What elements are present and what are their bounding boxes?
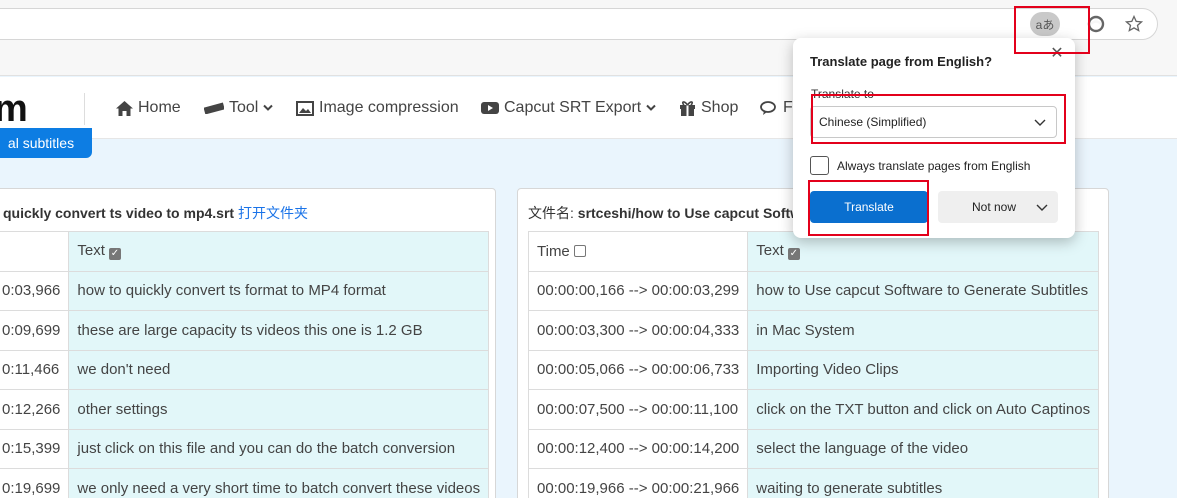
text-cell: we don't need — [68, 349, 490, 390]
chevron-down-icon — [646, 104, 656, 111]
table-row[interactable]: 00:00:00,166 --> 00:00:03,299 how to Use … — [527, 270, 1100, 311]
nav-tool[interactable]: Tool — [204, 97, 274, 119]
filename-label: 文件名: — [528, 205, 574, 221]
table-row[interactable]: 0:11,466 we don't need — [0, 349, 490, 390]
comments-icon — [760, 100, 776, 115]
site-logo[interactable]: m — [0, 90, 28, 128]
subtitles-button[interactable]: al subtitles — [0, 128, 92, 158]
youtube-icon — [481, 102, 499, 114]
popup-title: Translate page from English? — [810, 54, 993, 69]
not-now-label: Not now — [972, 200, 1017, 214]
open-folder-link[interactable]: 打开文件夹 — [238, 205, 308, 221]
time-cell: 00:00:03,300 --> 00:00:04,333 — [527, 310, 749, 351]
image-icon — [296, 100, 314, 116]
translate-to-label: Translate to — [811, 87, 874, 101]
ruler-icon — [204, 102, 224, 114]
favorite-star-icon[interactable] — [1119, 10, 1149, 38]
nav-home[interactable]: Home — [116, 97, 181, 119]
nav-shop-label: Shop — [701, 99, 739, 116]
nav-shop[interactable]: Shop — [679, 97, 738, 119]
text-header: Text ✓ — [68, 231, 490, 272]
table-row[interactable]: 0:12,266 other settings — [0, 389, 490, 430]
address-bar[interactable] — [0, 8, 1158, 40]
table-header-row: Text ✓ — [0, 231, 490, 272]
nav-feedback-label: F — [783, 99, 793, 116]
time-header — [0, 231, 70, 272]
time-cell: 0:09,699 — [0, 310, 70, 351]
nav-feedback[interactable]: F — [760, 97, 793, 119]
time-cell: 0:03,966 — [0, 270, 70, 311]
close-icon[interactable]: ✕ — [1049, 46, 1065, 62]
left-filename: quickly convert ts video to mp4.srt — [3, 205, 235, 221]
left-subtitle-panel: quickly convert ts video to mp4.srt 打开文件… — [0, 188, 496, 498]
time-header: Time — [527, 231, 749, 272]
right-subtitle-table: Time Text ✓ 00:00:00,166 --> 00:00:03,299… — [527, 231, 1100, 498]
nav-home-label: Home — [138, 99, 181, 116]
checkbox-checked-icon[interactable]: ✓ — [108, 248, 121, 261]
table-row[interactable]: 00:00:19,966 --> 00:00:21,966 waiting to … — [527, 468, 1100, 498]
checkbox-unchecked-icon[interactable] — [573, 244, 586, 257]
table-row[interactable]: 00:00:07,500 --> 00:00:11,100 click on th… — [527, 389, 1100, 430]
table-row[interactable]: 00:00:03,300 --> 00:00:04,333 in Mac Syst… — [527, 310, 1100, 351]
always-translate-checkbox[interactable] — [810, 156, 829, 175]
table-row[interactable]: 00:00:05,066 --> 00:00:06,733 Importing V… — [527, 349, 1100, 390]
text-cell: these are large capacity ts videos this … — [68, 310, 490, 351]
table-row[interactable]: 0:03,966 how to quickly convert ts format… — [0, 270, 490, 311]
chevron-down-icon — [1034, 119, 1046, 126]
table-row[interactable]: 00:00:12,400 --> 00:00:14,200 select the … — [527, 428, 1100, 469]
text-cell: just click on this file and you can do t… — [68, 428, 490, 469]
text-cell: how to quickly convert ts format to MP4 … — [68, 270, 490, 311]
text-cell: select the language of the video — [747, 428, 1100, 469]
nav-image-compression-label: Image compression — [319, 99, 459, 116]
table-row[interactable]: 0:15,399 just click on this file and you … — [0, 428, 490, 469]
text-cell: in Mac System — [747, 310, 1100, 351]
always-translate-label: Always translate pages from English — [837, 158, 1031, 173]
text-cell: other settings — [68, 389, 490, 430]
selected-language: Chinese (Simplified) — [819, 115, 927, 129]
text-cell: Importing Video Clips — [747, 349, 1100, 390]
nav-divider — [84, 93, 85, 125]
nav-image-compression[interactable]: Image compression — [296, 97, 459, 119]
nav-capcut-srt-export-label: Capcut SRT Export — [504, 99, 642, 116]
time-cell: 00:00:00,166 --> 00:00:03,299 — [527, 270, 749, 311]
nav-tool-label: Tool — [229, 99, 259, 116]
translate-icon: aあ — [1030, 12, 1060, 36]
chevron-down-icon — [263, 104, 274, 111]
time-cell: 00:00:07,500 --> 00:00:11,100 — [527, 389, 749, 430]
right-filename: srtceshi/how to Use capcut Softw — [577, 205, 802, 221]
left-panel-header: quickly convert ts video to mp4.srt 打开文件… — [3, 203, 308, 223]
translate-button[interactable]: Translate — [810, 191, 928, 223]
edge-icon[interactable] — [1081, 10, 1111, 38]
always-translate-row[interactable]: Always translate pages from English — [810, 156, 1030, 175]
time-cell: 0:15,399 — [0, 428, 70, 469]
time-cell: 0:19,699 — [0, 468, 70, 498]
text-cell: we only need a very short time to batch … — [68, 468, 490, 498]
translate-page-button[interactable]: aあ — [1030, 10, 1060, 38]
time-cell: 0:11,466 — [0, 349, 70, 390]
language-select[interactable]: Chinese (Simplified) — [810, 106, 1057, 138]
gift-icon — [680, 101, 695, 116]
text-cell: waiting to generate subtitles — [747, 468, 1100, 498]
table-row[interactable]: 0:19,699 we only need a very short time t… — [0, 468, 490, 498]
time-cell: 00:00:19,966 --> 00:00:21,966 — [527, 468, 749, 498]
chevron-down-icon — [1036, 204, 1048, 211]
home-icon — [116, 100, 133, 116]
nav-capcut-srt-export[interactable]: Capcut SRT Export — [481, 97, 656, 119]
time-cell: 00:00:12,400 --> 00:00:14,200 — [527, 428, 749, 469]
translate-popup: Translate page from English? ✕ Translate… — [793, 38, 1075, 238]
text-cell: how to Use capcut Software to Generate S… — [747, 270, 1100, 311]
time-cell: 0:12,266 — [0, 389, 70, 430]
not-now-button[interactable]: Not now — [938, 191, 1058, 223]
left-subtitle-table: Text ✓ 0:03,966 how to quickly convert ts … — [0, 231, 490, 498]
table-row[interactable]: 0:09,699 these are large capacity ts vide… — [0, 310, 490, 351]
right-panel-header: 文件名: srtceshi/how to Use capcut Softw — [528, 203, 801, 223]
time-cell: 00:00:05,066 --> 00:00:06,733 — [527, 349, 749, 390]
text-cell: click on the TXT button and click on Aut… — [747, 389, 1100, 430]
checkbox-checked-icon[interactable]: ✓ — [787, 248, 800, 261]
